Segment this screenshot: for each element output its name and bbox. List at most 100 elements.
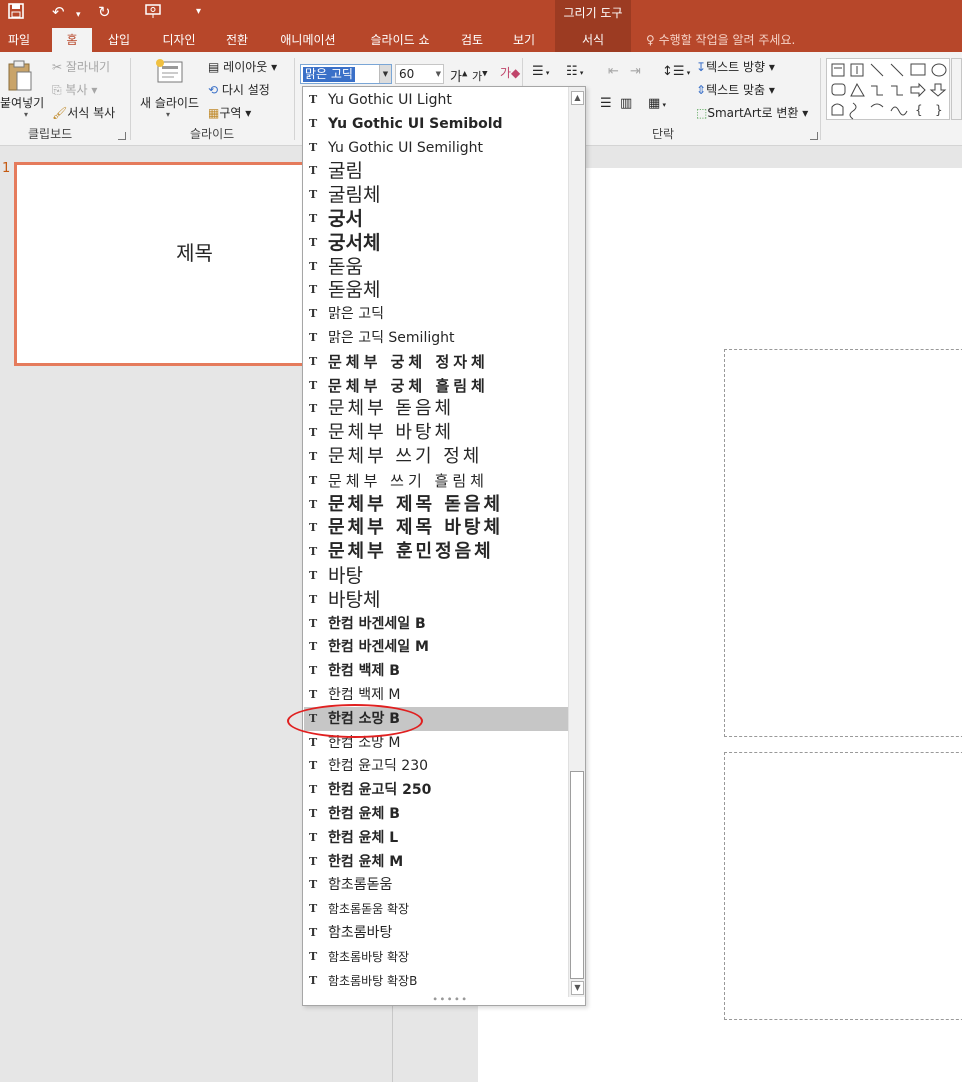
smartart-button[interactable]: ⬚SmartArt로 변환 ▾ [696, 104, 808, 121]
font-list-item[interactable]: T 바탕체 [304, 588, 568, 612]
font-list-item[interactable]: T 문체부 제목 돋음체 [304, 493, 568, 517]
font-list-item[interactable]: T 문체부 돋음체 [304, 397, 568, 421]
font-list-item[interactable]: T 맑은 고딕 Semilight [304, 326, 568, 350]
font-list-item[interactable]: T 문체부 바탕체 [304, 421, 568, 445]
font-list-item[interactable]: T Yu Gothic UI Semibold [304, 112, 568, 136]
title-placeholder[interactable] [724, 349, 962, 737]
tab-animations[interactable]: 애니메이션 [272, 28, 344, 52]
paste-icon[interactable] [6, 60, 34, 95]
slide-thumbnail[interactable]: 제목 [14, 162, 314, 366]
tell-me-box[interactable]: ♀ 수행할 작업을 알려 주세요. [646, 28, 795, 52]
font-size-box[interactable]: 60 ▼ [395, 64, 444, 84]
paragraph-launcher-icon[interactable] [810, 132, 818, 140]
font-list-scrollbar[interactable]: ▲ ▼ [568, 87, 585, 997]
new-slide-icon[interactable] [154, 58, 186, 91]
font-list-item[interactable]: T Yu Gothic UI Semilight [304, 136, 568, 160]
font-list-item[interactable]: T 문체부 제목 바탕체 [304, 516, 568, 540]
font-list-item[interactable]: T 한컴 윤고딕 230 [304, 754, 568, 778]
font-list-item[interactable]: T 한컴 바겐세일 M [304, 635, 568, 659]
font-list-item[interactable]: T 문체부 궁체 정자체 [304, 350, 568, 374]
line-spacing-button[interactable]: ↕☰ ▾ [662, 64, 690, 79]
format-painter-button[interactable]: 🖌서식 복사 [52, 104, 115, 121]
subtitle-placeholder[interactable] [724, 752, 962, 1020]
font-list-item[interactable]: T 바탕 [304, 564, 568, 588]
shapes-gallery[interactable]: { } [826, 58, 950, 120]
font-list-item[interactable]: T 굴림 [304, 159, 568, 183]
font-list-item[interactable]: T 함초롬바탕 확장 [304, 945, 568, 969]
clipboard-launcher-icon[interactable] [118, 132, 126, 140]
scroll-down-icon[interactable]: ▼ [571, 981, 584, 995]
font-list-item[interactable]: T 돋움체 [304, 278, 568, 302]
numbering-button[interactable]: ☷ ▾ [566, 64, 583, 79]
font-list-item[interactable]: T 맑은 고딕 [304, 302, 568, 326]
undo-icon[interactable]: ↶ [52, 3, 65, 21]
text-direction-button[interactable]: ↧텍스트 방향 ▾ [696, 58, 775, 75]
tab-insert[interactable]: 삽입 [98, 28, 140, 52]
decrease-indent-icon[interactable]: ⇤ [608, 64, 619, 79]
font-name-dropdown-icon[interactable]: ▼ [379, 65, 391, 83]
font-size-value[interactable]: 60 [399, 67, 414, 81]
font-list-item[interactable]: T 한컴 백제 B [304, 659, 568, 683]
increase-indent-icon[interactable]: ⇥ [630, 64, 641, 79]
align-justify-icon[interactable]: ☰ [600, 96, 612, 111]
section-button[interactable]: ▦구역 ▾ [208, 104, 251, 121]
font-list-item[interactable]: T 문체부 쓰기 정체 [304, 445, 568, 469]
new-slide-dropdown-icon[interactable]: ▾ [166, 110, 170, 119]
tab-home[interactable]: 홈 [52, 28, 92, 52]
tab-review[interactable]: 검토 [452, 28, 492, 52]
font-list-item[interactable]: T 문체부 훈민정음체 [304, 540, 568, 564]
tab-transitions[interactable]: 전환 [216, 28, 258, 52]
font-list-item[interactable]: T 궁서 [304, 207, 568, 231]
font-list-item[interactable]: T 한컴 윤고딕 250 [304, 778, 568, 802]
tab-slideshow[interactable]: 슬라이드 쇼 [362, 28, 438, 52]
font-list-item[interactable]: T 한컴 바겐세일 B [304, 612, 568, 636]
font-name-label: 문체부 제목 바탕체 [328, 517, 504, 539]
layout-button[interactable]: ▤ 레이아웃 ▾ [208, 58, 277, 75]
cut-button[interactable]: ✂ 잘라내기 [52, 58, 110, 75]
present-icon[interactable] [144, 3, 162, 23]
tab-view[interactable]: 보기 [504, 28, 544, 52]
font-dropdown-list[interactable]: T Yu Gothic UI Light T Yu Gothic UI Semibol… [302, 86, 586, 1006]
align-text-button[interactable]: ⇕텍스트 맞춤 ▾ [696, 81, 775, 98]
scroll-up-icon[interactable]: ▲ [571, 91, 584, 105]
font-list-item[interactable]: T 함초롬돋움 [304, 873, 568, 897]
font-list-item[interactable]: T 굴림체 [304, 183, 568, 207]
scrollbar-thumb[interactable] [570, 771, 584, 979]
font-list-item[interactable]: T Yu Gothic UI Light [304, 88, 568, 112]
customize-icon[interactable]: ▾ [196, 3, 201, 21]
font-list-item[interactable]: T 함초롬바탕 확장B [304, 969, 568, 993]
shrink-font-button[interactable]: 가▼ [472, 68, 488, 84]
align-distribute-icon[interactable]: ▥ [620, 96, 632, 111]
redo-icon[interactable]: ↻ [98, 3, 111, 21]
paste-dropdown-icon[interactable]: ▾ [24, 110, 28, 119]
copy-button[interactable]: ⎘ 복사 ▾ [52, 81, 97, 98]
font-name-label: Yu Gothic UI Semilight [328, 139, 483, 156]
font-name-box[interactable]: 맑은 고딕 ▼ [300, 64, 392, 84]
reset-button[interactable]: ⟲ 다시 설정 [208, 81, 270, 98]
bullets-button[interactable]: ☰ ▾ [532, 64, 549, 79]
grow-font-button[interactable]: 가▲ [450, 66, 467, 85]
font-list-item[interactable]: T 한컴 윤체 B [304, 802, 568, 826]
font-list-item[interactable]: T 돋움 [304, 255, 568, 279]
font-list-item[interactable]: T 문체부 궁체 흘림체 [304, 374, 568, 398]
columns-button[interactable]: ▦ ▾ [648, 96, 666, 111]
shapes-scrollbar[interactable] [951, 58, 962, 120]
font-list-item[interactable]: T 한컴 윤체 M [304, 850, 568, 874]
font-name-value[interactable]: 맑은 고딕 [303, 67, 355, 82]
save-icon[interactable] [8, 3, 24, 23]
tab-file[interactable]: 파일 [0, 28, 38, 52]
undo-dropdown-icon[interactable]: ▾ [76, 6, 81, 24]
font-size-dropdown-icon[interactable]: ▼ [436, 65, 441, 83]
tab-design[interactable]: 디자인 [152, 28, 206, 52]
font-list-item[interactable]: T 한컴 윤체 L [304, 826, 568, 850]
clear-format-button[interactable]: 가◆ [500, 64, 520, 81]
font-list-item[interactable]: T 문체부 쓰기 흘림체 [304, 469, 568, 493]
paste-button[interactable]: 붙여넣기 [0, 94, 44, 111]
new-slide-button[interactable]: 새 슬라이드 [140, 94, 199, 111]
tab-format[interactable]: 서식 [555, 28, 631, 52]
font-list-item[interactable]: T 함초롬돋움 확장 [304, 897, 568, 921]
ribbon-separator [294, 58, 295, 140]
resize-grip-icon[interactable]: ∙∙∙∙∙ [432, 994, 468, 1005]
font-list-item[interactable]: T 함초롬바탕 [304, 921, 568, 945]
font-list-item[interactable]: T 궁서체 [304, 231, 568, 255]
